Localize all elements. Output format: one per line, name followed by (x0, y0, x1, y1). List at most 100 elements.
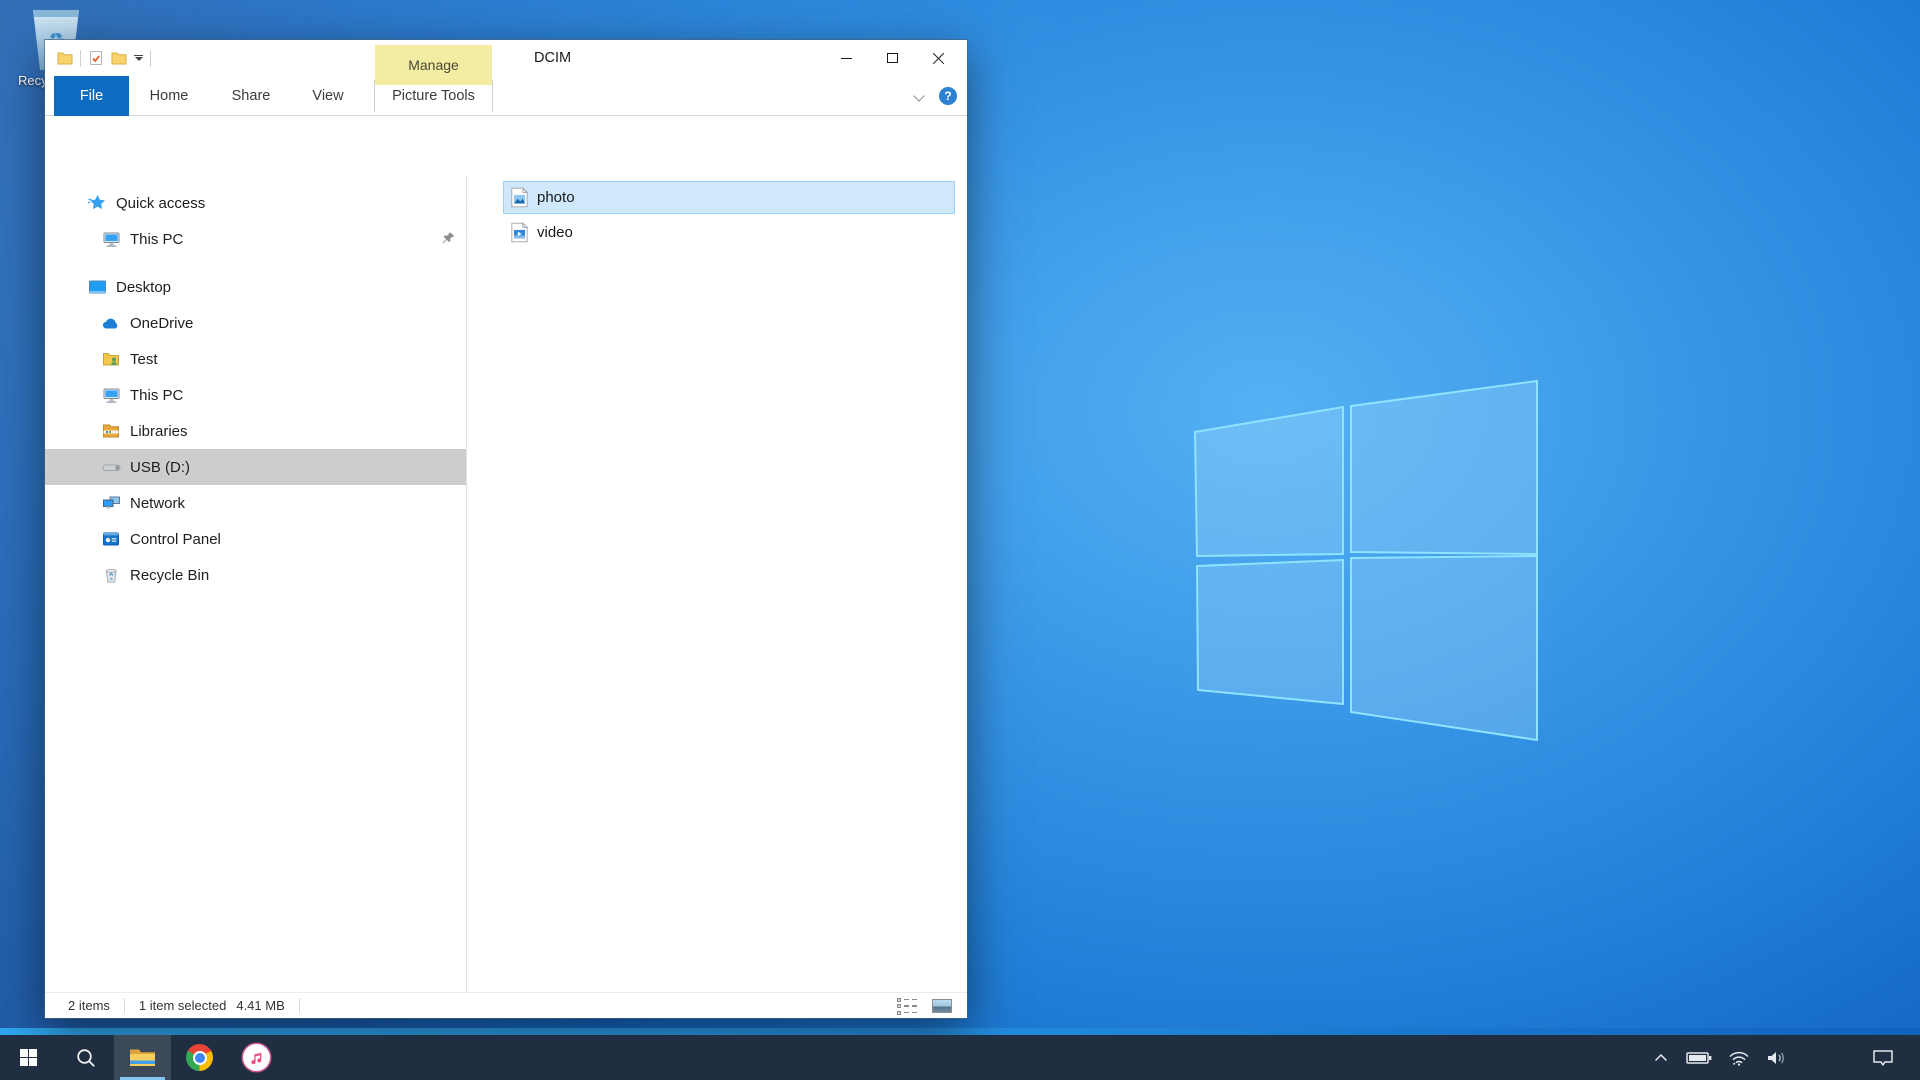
sidebar-item-label: OneDrive (130, 315, 193, 332)
system-tray (1654, 1035, 1920, 1080)
help-button[interactable]: ? (939, 87, 957, 105)
sidebar-item-label: This PC (130, 387, 183, 404)
pin-icon (441, 231, 456, 250)
sidebar-item-label: Quick access (116, 195, 205, 212)
quick-access-star-icon (87, 193, 107, 213)
search-icon (75, 1047, 97, 1069)
view-toggle-buttons (894, 993, 955, 1019)
toolbar-separator (150, 50, 151, 67)
taskbar-chrome-button[interactable] (171, 1035, 228, 1080)
photo-file-icon (511, 187, 528, 208)
status-bar: 2 items 1 item selected 4.41 MB (45, 992, 967, 1018)
tab-home[interactable]: Home (139, 76, 199, 116)
details-view-button[interactable] (894, 996, 920, 1016)
windows-logo-wallpaper (1185, 378, 1545, 750)
file-row-video[interactable]: video (503, 216, 955, 249)
tray-chevron-up-icon[interactable] (1654, 1053, 1668, 1062)
status-separator (124, 998, 125, 1013)
close-icon (932, 52, 945, 65)
sidebar-item-test[interactable]: Test (45, 341, 466, 377)
sidebar-item-label: Test (130, 351, 158, 368)
folder-icon[interactable] (57, 51, 73, 65)
network-monitors-icon (101, 493, 121, 513)
sidebar-item-this-pc[interactable]: This PC (45, 377, 466, 413)
action-center-icon[interactable] (1872, 1049, 1894, 1067)
video-file-icon (511, 222, 528, 243)
properties-check-icon[interactable] (88, 50, 104, 66)
monitor-icon (101, 229, 121, 249)
file-explorer-icon (129, 1047, 156, 1068)
maximize-button[interactable] (869, 40, 915, 76)
tab-picture-tools[interactable]: Picture Tools (375, 76, 492, 116)
sidebar-item-label: This PC (130, 231, 183, 248)
sidebar-item-label: USB (D:) (130, 459, 190, 476)
caption-buttons (823, 40, 961, 76)
taskbar (0, 1035, 1920, 1080)
file-name: photo (537, 189, 575, 206)
sidebar-item-libraries[interactable]: Libraries (45, 413, 466, 449)
tab-share[interactable]: Share (221, 76, 281, 116)
sidebar-item-network[interactable]: Network (45, 485, 466, 521)
status-separator (299, 998, 300, 1013)
sidebar-item-usb-d[interactable]: USB (D:) (45, 449, 466, 485)
sidebar-item-label: Network (130, 495, 185, 512)
tab-file[interactable]: File (54, 76, 129, 116)
toolbar-separator (80, 50, 81, 67)
sidebar-item-onedrive[interactable]: OneDrive (45, 305, 466, 341)
file-list[interactable]: photo video (468, 176, 967, 992)
status-item-count: 2 items (68, 998, 110, 1013)
desktop-screen-icon (87, 277, 107, 297)
recycle-bin-icon (101, 565, 121, 585)
battery-icon[interactable] (1686, 1051, 1712, 1065)
status-selection: 1 item selected (139, 998, 226, 1013)
collapse-ribbon-chevron-icon[interactable] (913, 90, 924, 101)
taskbar-file-explorer-button[interactable] (114, 1035, 171, 1080)
status-selection-size: 4.41 MB (236, 998, 284, 1013)
title-bar[interactable]: DCIM (45, 40, 967, 76)
tab-separator (492, 80, 493, 112)
close-button[interactable] (915, 40, 961, 76)
folder-icon[interactable] (111, 51, 127, 65)
details-view-icon (897, 998, 917, 1015)
user-folder-icon (101, 349, 121, 369)
ribbon-tabs: File Home Share View Picture Tools ? (45, 76, 967, 116)
volume-icon[interactable] (1766, 1050, 1788, 1066)
minimize-button[interactable] (823, 40, 869, 76)
control-panel-icon (101, 529, 121, 549)
itunes-icon (243, 1044, 270, 1071)
window-title: DCIM (534, 40, 571, 76)
minimize-icon (841, 58, 852, 59)
large-thumbnails-view-icon (932, 999, 952, 1013)
wallpaper-horizon-glow (0, 1028, 1920, 1035)
maximize-icon (887, 53, 898, 63)
sidebar-item-label: Control Panel (130, 531, 221, 548)
monitor-icon (101, 385, 121, 405)
sidebar-item-desktop[interactable]: Desktop (45, 269, 466, 305)
address-bar: USB (D:) DCIM (45, 116, 967, 176)
taskbar-search-button[interactable] (57, 1035, 114, 1080)
wifi-icon[interactable] (1728, 1050, 1750, 1066)
libraries-folder-icon (101, 421, 121, 441)
file-explorer-window: DCIM Manage File Home Share View Picture… (45, 40, 967, 1018)
start-button[interactable] (0, 1035, 57, 1080)
sidebar-item-label: Libraries (130, 423, 188, 440)
tab-view[interactable]: View (298, 76, 358, 116)
recycle-bin-rim (31, 10, 81, 17)
file-row-photo[interactable]: photo (503, 181, 955, 214)
windows-start-icon (20, 1049, 38, 1067)
desktop: ♻ Recy DCIM (0, 0, 1920, 1080)
large-thumbnails-view-button[interactable] (929, 996, 955, 1016)
sidebar-item-label: Recycle Bin (130, 567, 209, 584)
sidebar-item-quick-access[interactable]: Quick access (45, 185, 466, 221)
navigation-pane: Quick access This PC Desktop OneDrive (45, 176, 467, 992)
sidebar-item-control-panel[interactable]: Control Panel (45, 521, 466, 557)
sidebar-item-recycle-bin[interactable]: Recycle Bin (45, 557, 466, 593)
quick-access-toolbar (57, 40, 151, 76)
customize-toolbar-chevron-icon[interactable] (134, 55, 143, 61)
sidebar-item-label: Desktop (116, 279, 171, 296)
taskbar-itunes-button[interactable] (228, 1035, 285, 1080)
usb-drive-icon (101, 457, 121, 477)
file-name: video (537, 224, 573, 241)
sidebar-item-this-pc-pinned[interactable]: This PC (45, 221, 466, 257)
chrome-icon (186, 1044, 213, 1071)
